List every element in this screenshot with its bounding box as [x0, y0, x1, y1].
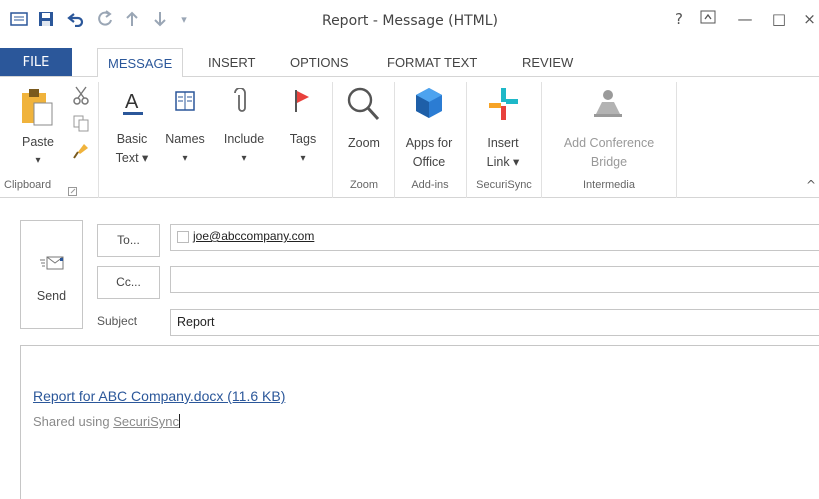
svg-text:A: A: [125, 91, 139, 113]
to-field[interactable]: joe@abccompany.com: [170, 224, 819, 251]
copy-icon[interactable]: [72, 114, 92, 134]
cut-icon[interactable]: [72, 86, 92, 106]
clipboard-group-label: Clipboard: [4, 179, 52, 191]
ribbon-display-options-icon[interactable]: [697, 10, 719, 30]
flag-icon: [292, 88, 316, 118]
group-separator: [676, 82, 677, 200]
subject-field[interactable]: Report: [170, 309, 819, 336]
group-separator: [332, 82, 333, 200]
magnifier-icon: [346, 86, 382, 124]
names-label: Names: [165, 132, 205, 146]
basic-text-label: Basic: [116, 132, 148, 146]
to-button[interactable]: To...: [97, 224, 160, 257]
include-label: Include: [223, 132, 265, 146]
tab-insert[interactable]: INSERT: [198, 48, 265, 77]
paperclip-icon: [232, 87, 256, 118]
include-dropdown-arrow: ▾: [241, 153, 247, 164]
tab-file[interactable]: FILE: [0, 48, 72, 77]
attachment-link[interactable]: Report for ABC Company.docx (11.6 KB): [33, 388, 285, 404]
paste-dropdown-arrow[interactable]: ▾: [14, 151, 62, 170]
basic-text-button[interactable]: A Basic Text ▾: [107, 86, 157, 178]
cc-field[interactable]: [170, 266, 819, 293]
group-separator: [394, 82, 395, 200]
group-separator: [541, 82, 542, 200]
include-button[interactable]: Include ▾: [216, 86, 272, 178]
send-button[interactable]: Send: [20, 220, 83, 329]
font-a-icon: A: [121, 88, 145, 120]
next-item-icon[interactable]: [148, 8, 172, 30]
conference-phone-icon: [592, 86, 626, 124]
close-button[interactable]: ×: [800, 10, 819, 30]
securisync-group-label: SecuriSync: [476, 179, 532, 191]
collapse-ribbon-button[interactable]: ^: [806, 178, 818, 194]
send-envelope-icon: [39, 255, 65, 273]
apps-for-office-icon: [414, 86, 446, 124]
zoom-group-label: Zoom: [349, 179, 379, 191]
send-label: Send: [36, 289, 67, 303]
securisync-link[interactable]: SecuriSync: [113, 414, 179, 429]
subject-value: Report: [177, 315, 215, 329]
maximize-button[interactable]: □: [768, 10, 790, 30]
apps-for-office-button[interactable]: Apps for Office: [396, 86, 462, 178]
insert-link-label: Insert: [487, 136, 519, 150]
add-conference-bridge-button[interactable]: Add Conference Bridge: [546, 86, 672, 178]
insert-link-button[interactable]: Insert Link ▾: [470, 86, 536, 178]
zoom-button[interactable]: Zoom: [336, 86, 392, 178]
to-recipient[interactable]: joe@abccompany.com: [193, 229, 314, 243]
recipient-checkbox[interactable]: [177, 231, 189, 243]
help-button[interactable]: ?: [668, 10, 690, 30]
customize-qat-icon[interactable]: ▾: [174, 8, 194, 30]
tab-review[interactable]: REVIEW: [512, 48, 583, 77]
paste-label: Paste: [22, 135, 54, 149]
window-title: Report - Message (HTML): [321, 13, 499, 29]
subject-label: Subject: [97, 314, 138, 328]
names-dropdown-arrow: ▾: [182, 153, 188, 164]
save-icon[interactable]: [33, 8, 59, 30]
add-ins-group-label: Add-ins: [411, 179, 449, 191]
redo-icon[interactable]: [92, 8, 118, 30]
paste-icon: [20, 85, 60, 129]
tab-options[interactable]: OPTIONS: [280, 48, 359, 77]
insert-link-label-2: Link ▾: [486, 155, 520, 169]
message-body[interactable]: Report for ABC Company.docx (11.6 KB) Sh…: [20, 345, 819, 499]
tags-button[interactable]: Tags ▾: [278, 86, 328, 178]
format-painter-icon[interactable]: [72, 142, 92, 162]
tags-dropdown-arrow: ▾: [300, 153, 306, 164]
address-book-icon: [174, 90, 198, 118]
clipboard-launcher-icon[interactable]: [68, 181, 78, 196]
intermedia-group-label: Intermedia: [583, 179, 635, 191]
group-separator: [98, 82, 99, 200]
zoom-label: Zoom: [348, 136, 380, 150]
basic-text-label-2: Text ▾: [115, 151, 149, 165]
attachment-link-text[interactable]: Report for ABC Company.docx (11.6 KB): [33, 388, 285, 404]
tab-message[interactable]: MESSAGE: [97, 48, 184, 77]
group-separator: [466, 82, 467, 200]
conference-label-2: Bridge: [590, 155, 628, 169]
apps-label: Apps for: [405, 136, 453, 150]
securisync-icon: [486, 86, 520, 124]
undo-icon[interactable]: [63, 8, 89, 30]
text-cursor: [178, 414, 180, 428]
outlook-envelope-icon[interactable]: [6, 8, 32, 30]
names-button[interactable]: Names ▾: [160, 86, 210, 178]
previous-item-icon[interactable]: [120, 8, 144, 30]
minimize-button[interactable]: —: [734, 10, 756, 30]
tags-label: Tags: [289, 132, 317, 146]
tab-format-text[interactable]: FORMAT TEXT: [377, 48, 487, 77]
cc-button[interactable]: Cc...: [97, 266, 160, 299]
shared-using-line: Shared using SecuriSync: [33, 414, 180, 429]
conference-label: Add Conference: [563, 136, 655, 150]
paste-button[interactable]: Paste ▾: [14, 85, 70, 175]
shared-using-prefix: Shared using: [33, 414, 114, 429]
apps-label-2: Office: [412, 155, 446, 169]
